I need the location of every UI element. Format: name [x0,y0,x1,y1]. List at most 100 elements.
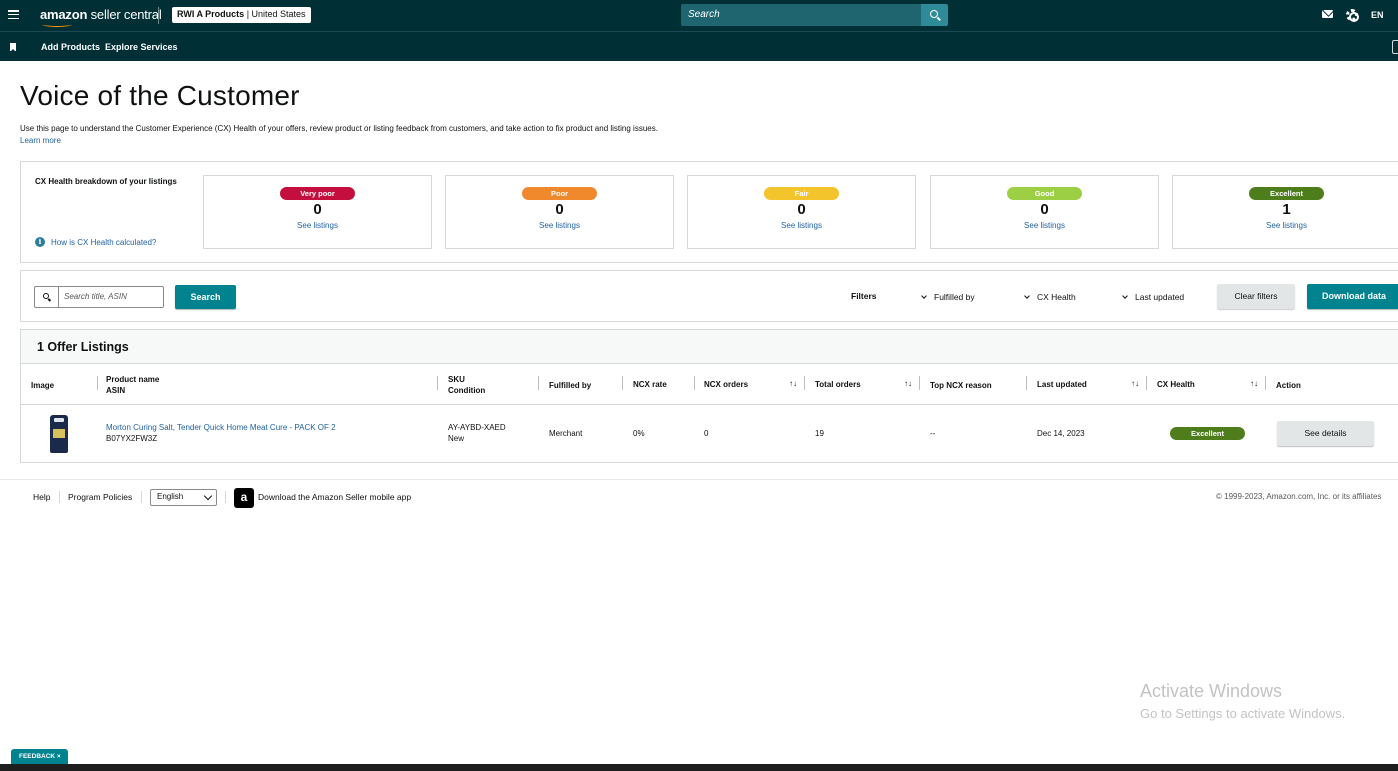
see-listings-link[interactable]: See listings [931,221,1158,230]
info-icon: i [35,237,45,247]
see-details-button[interactable]: See details [1277,421,1374,446]
divider [58,287,59,307]
secondary-nav: Add Products Explore Services [0,31,1398,61]
footer-divider [0,479,1398,480]
sort-icon[interactable]: ↑↓ [789,379,797,388]
feedback-button[interactable]: FEEDBACK × [11,749,68,764]
ncx-orders-value: 0 [704,429,709,438]
page-description: Use this page to understand the Customer… [20,124,658,133]
see-listings-link[interactable]: See listings [446,221,673,230]
column-divider [97,376,98,390]
col-header-product-name: Product name [106,375,160,384]
cx-count: 0 [555,201,564,218]
clear-filters-button[interactable]: Clear filters [1217,284,1295,309]
cx-count: 1 [1282,201,1291,218]
product-name-link[interactable]: Morton Curing Salt, Tender Quick Home Me… [106,422,336,433]
filters-label: Filters [851,291,877,301]
divider [225,491,226,503]
cx-count: 0 [797,201,806,218]
col-header-sku-text: SKU [448,375,465,384]
cx-card-excellent: Excellent 1 See listings [1172,175,1398,249]
footer-program-policies-link[interactable]: Program Policies [68,492,132,502]
column-divider [1146,376,1147,390]
filter-label: Fulfilled by [934,292,975,302]
amazon-seller-central-logo[interactable]: amazon seller central [40,7,162,27]
download-data-button[interactable]: Download data [1307,284,1398,309]
table-row-sku: AY-AYBD-XAED New [448,422,506,444]
global-search-button[interactable] [921,4,948,26]
bookmark-icon[interactable] [10,43,16,52]
language-selector[interactable]: EN [1371,10,1384,20]
col-header-last-updated[interactable]: Last updated [1037,379,1087,390]
col-header-sku: SKU Condition [448,374,485,396]
filter-label: CX Health [1037,292,1076,302]
filter-cx-health[interactable]: CX Health [1024,292,1076,302]
cx-health-calc-link[interactable]: i How is CX Health calculated? [35,237,156,247]
cx-badge: Excellent [1249,187,1324,200]
table-title: 1 Offer Listings [21,330,1398,364]
col-header-product: Product name ASIN [106,374,159,396]
listing-search-input[interactable]: Search title, ASIN [34,286,164,308]
cx-badge: Good [1007,187,1082,200]
filter-label: Last updated [1135,292,1185,302]
search-button[interactable]: Search [175,285,236,309]
ncx-rate-value: 0% [633,429,645,438]
cx-card-good: Good 0 See listings [930,175,1159,249]
search-placeholder: Search title, ASIN [64,292,127,301]
amazon-app-icon[interactable]: a [234,488,254,508]
column-divider [622,376,623,390]
chevron-down-icon [921,293,927,299]
column-divider [1265,376,1266,390]
divider [59,491,60,503]
product-label [53,429,65,438]
filter-fulfilled-by[interactable]: Fulfilled by [921,292,975,302]
language-select-value: English [157,492,184,501]
cx-badge: Very poor [280,187,355,200]
footer-language-select[interactable]: English [150,489,217,506]
see-listings-link[interactable]: See listings [688,221,915,230]
nav-add-products[interactable]: Add Products [41,42,100,52]
cx-health-calc-text: How is CX Health calculated? [51,237,157,247]
cx-card-fair: Fair 0 See listings [687,175,916,249]
col-header-cx-health[interactable]: CX Health [1157,379,1195,390]
col-header-total-orders[interactable]: Total orders [815,379,861,390]
gear-icon[interactable] [1346,9,1359,22]
filter-last-updated[interactable]: Last updated [1122,292,1185,302]
total-orders-value: 19 [815,429,824,438]
footer-help-link[interactable]: Help [33,492,50,502]
product-image[interactable] [50,415,68,453]
col-header-action: Action [1276,381,1301,390]
col-header-fulfilled-by: Fulfilled by [549,381,592,390]
store-region: | United States [246,9,306,19]
global-search-input[interactable]: Search [681,4,921,26]
sort-icon[interactable]: ↑↓ [1131,379,1139,388]
chevron-down-icon [1024,293,1030,299]
col-header-top-ncx-reason: Top NCX reason [930,381,992,390]
divider [141,491,142,503]
sort-icon[interactable]: ↑↓ [904,379,912,388]
see-listings-link[interactable]: See listings [204,221,431,230]
mail-icon[interactable] [1322,10,1333,18]
search-icon [930,10,938,18]
page-title: Voice of the Customer [20,80,300,111]
store-switcher[interactable]: RWI A Products | United States [172,7,311,23]
cx-card-very-poor: Very poor 0 See listings [203,175,432,249]
col-header-ncx-rate: NCX rate [633,380,667,389]
hamburger-menu-icon[interactable] [8,10,19,19]
panel-toggle-icon[interactable] [1392,40,1398,54]
column-divider [804,376,805,390]
divider [158,7,159,24]
nav-explore-services[interactable]: Explore Services [105,42,178,52]
cx-breakdown-heading: CX Health breakdown of your listings [35,177,177,186]
cx-health-breakdown: CX Health breakdown of your listings i H… [20,161,1398,263]
see-listings-link[interactable]: See listings [1173,221,1398,230]
col-header-image: Image [31,381,55,390]
col-header-ncx-orders[interactable]: NCX orders [704,379,748,390]
brand-light: seller central [87,7,162,22]
sort-icon[interactable]: ↑↓ [1250,379,1258,388]
taskbar-edge [0,764,1398,771]
col-header-condition: Condition [448,386,486,395]
learn-more-link[interactable]: Learn more [20,136,61,145]
last-updated-value: Dec 14, 2023 [1037,429,1085,438]
download-app-link[interactable]: Download the Amazon Seller mobile app [258,492,411,502]
